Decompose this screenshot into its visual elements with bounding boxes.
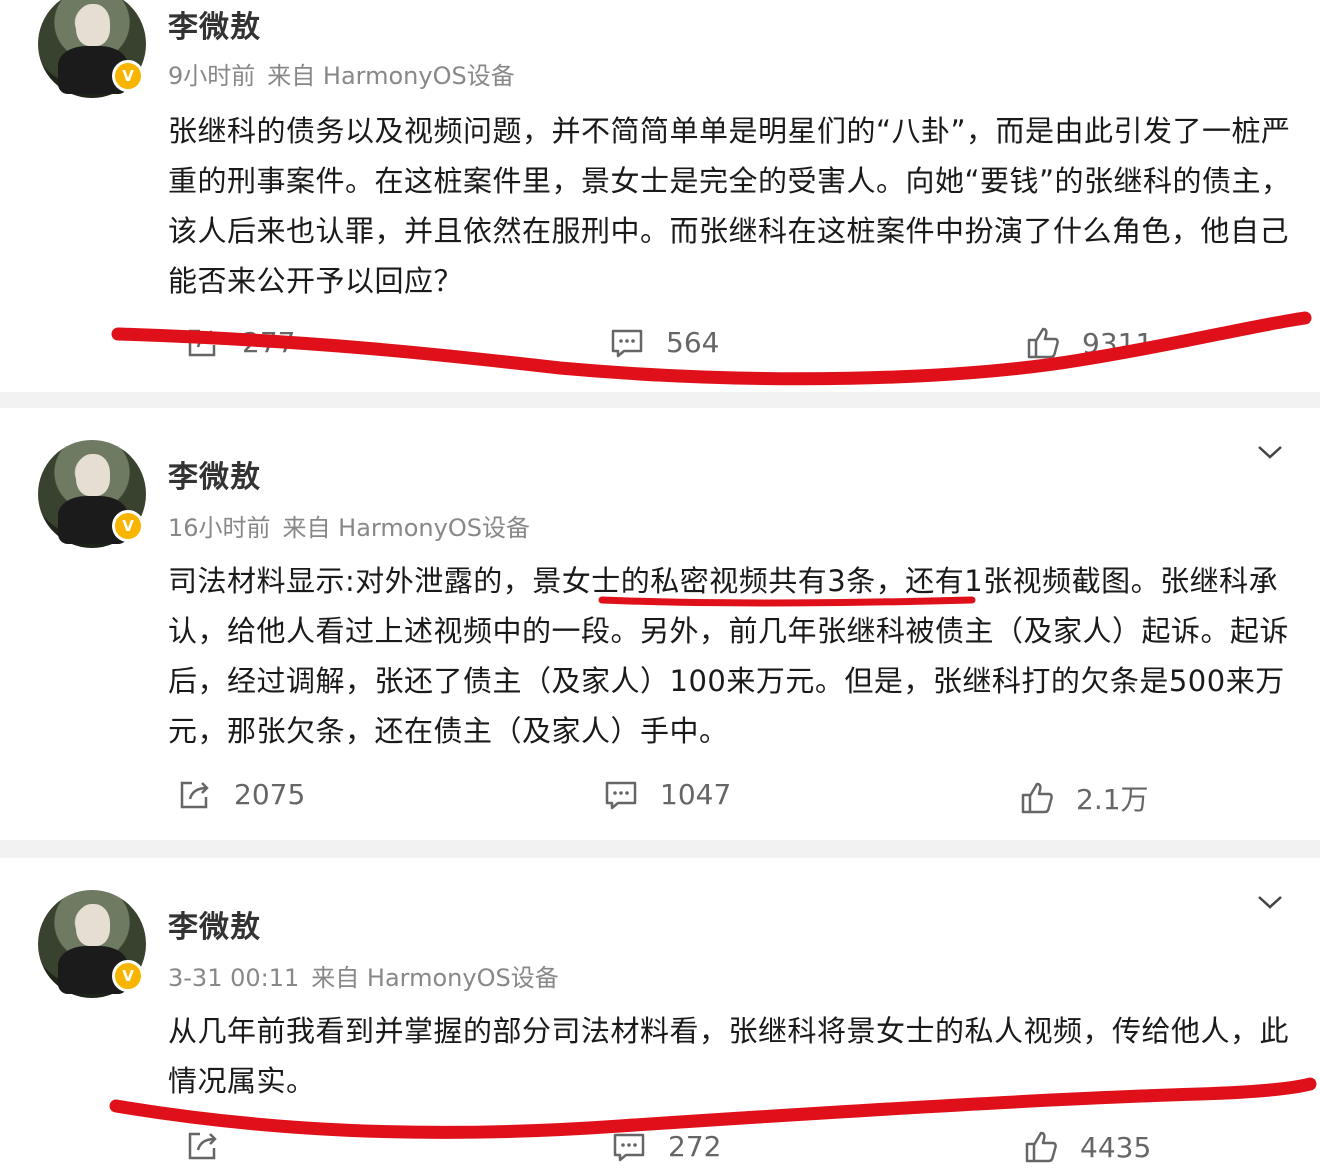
like-count: 2.1万 (1076, 783, 1149, 816)
post-time[interactable]: 3-31 00:11 (168, 964, 299, 992)
verified-badge-icon: V (112, 510, 144, 542)
chevron-down-icon[interactable] (1256, 886, 1284, 914)
post-1: V 李微敖 9小时前 来自 HarmonyOS设备 张继科的债务以及视频问题，并不… (0, 0, 1320, 392)
comment-count: 1047 (660, 778, 732, 811)
comment-count: 564 (666, 326, 720, 359)
post-3: V 李微敖 3-31 00:11 来自 HarmonyOS设备 从几年前我看到并掌… (0, 858, 1320, 1174)
avatar-face (76, 4, 110, 46)
verified-badge-icon: V (112, 60, 144, 92)
repost-icon (188, 329, 217, 356)
post-text: 司法材料显示:对外泄露的，景女士的私密视频共有3条，还有1张视频截图。张继科承认… (168, 564, 1290, 748)
chevron-down-icon[interactable] (1256, 436, 1284, 464)
comment-icon (605, 781, 637, 809)
avatar[interactable]: V (38, 440, 146, 548)
post-time[interactable]: 16小时前 (168, 514, 271, 542)
post-meta: 3-31 00:11 来自 HarmonyOS设备 (168, 958, 559, 993)
like-button[interactable]: 4435 (1024, 1130, 1151, 1164)
like-icon (1027, 327, 1059, 359)
post-2: V 李微敖 16小时前 来自 HarmonyOS设备 司法材料显示:对外泄露的，景… (0, 408, 1320, 840)
avatar[interactable]: V (38, 0, 146, 98)
avatar[interactable]: V (38, 890, 146, 998)
like-button[interactable]: 2.1万 (1020, 778, 1149, 818)
repost-button[interactable]: 2075 (178, 778, 305, 811)
repost-count: 2075 (234, 778, 306, 811)
repost-icon (188, 1132, 217, 1160)
like-count: 9311 (1082, 326, 1154, 360)
like-icon (1021, 782, 1053, 814)
verified-badge-icon: V (112, 960, 144, 992)
avatar-face (76, 904, 110, 946)
post-text: 从几年前我看到并掌握的部分司法材料看，张继科将景女士的私人视频，传给他人，此情况… (168, 1014, 1290, 1098)
post-source: 来自 HarmonyOS设备 (267, 62, 515, 90)
author-name[interactable]: 李微敖 (168, 452, 261, 496)
avatar-face (76, 454, 110, 496)
comment-icon (611, 329, 643, 357)
post-time[interactable]: 9小时前 (168, 62, 255, 90)
author-name[interactable]: 李微敖 (168, 2, 261, 46)
repost-button[interactable]: 277 (186, 326, 295, 359)
comment-button[interactable]: 564 (610, 326, 719, 359)
like-icon (1025, 1131, 1057, 1163)
post-source: 来自 HarmonyOS设备 (311, 964, 559, 992)
post-source: 来自 HarmonyOS设备 (282, 514, 530, 542)
like-count: 4435 (1080, 1130, 1152, 1164)
author-name[interactable]: 李微敖 (168, 902, 261, 946)
post-meta: 16小时前 来自 HarmonyOS设备 (168, 508, 530, 543)
repost-button[interactable] (186, 1130, 242, 1162)
comment-count: 272 (668, 1130, 722, 1163)
repost-count: 277 (242, 326, 296, 359)
post-meta: 9小时前 来自 HarmonyOS设备 (168, 56, 515, 91)
comment-button[interactable]: 1047 (604, 778, 731, 811)
post-text: 张继科的债务以及视频问题，并不简简单单是明星们的“八卦”，而是由此引发了一桩严重… (168, 114, 1291, 298)
like-button[interactable]: 9311 (1026, 326, 1153, 360)
repost-icon (180, 781, 209, 808)
comment-icon (613, 1133, 645, 1161)
comment-button[interactable]: 272 (612, 1130, 721, 1163)
